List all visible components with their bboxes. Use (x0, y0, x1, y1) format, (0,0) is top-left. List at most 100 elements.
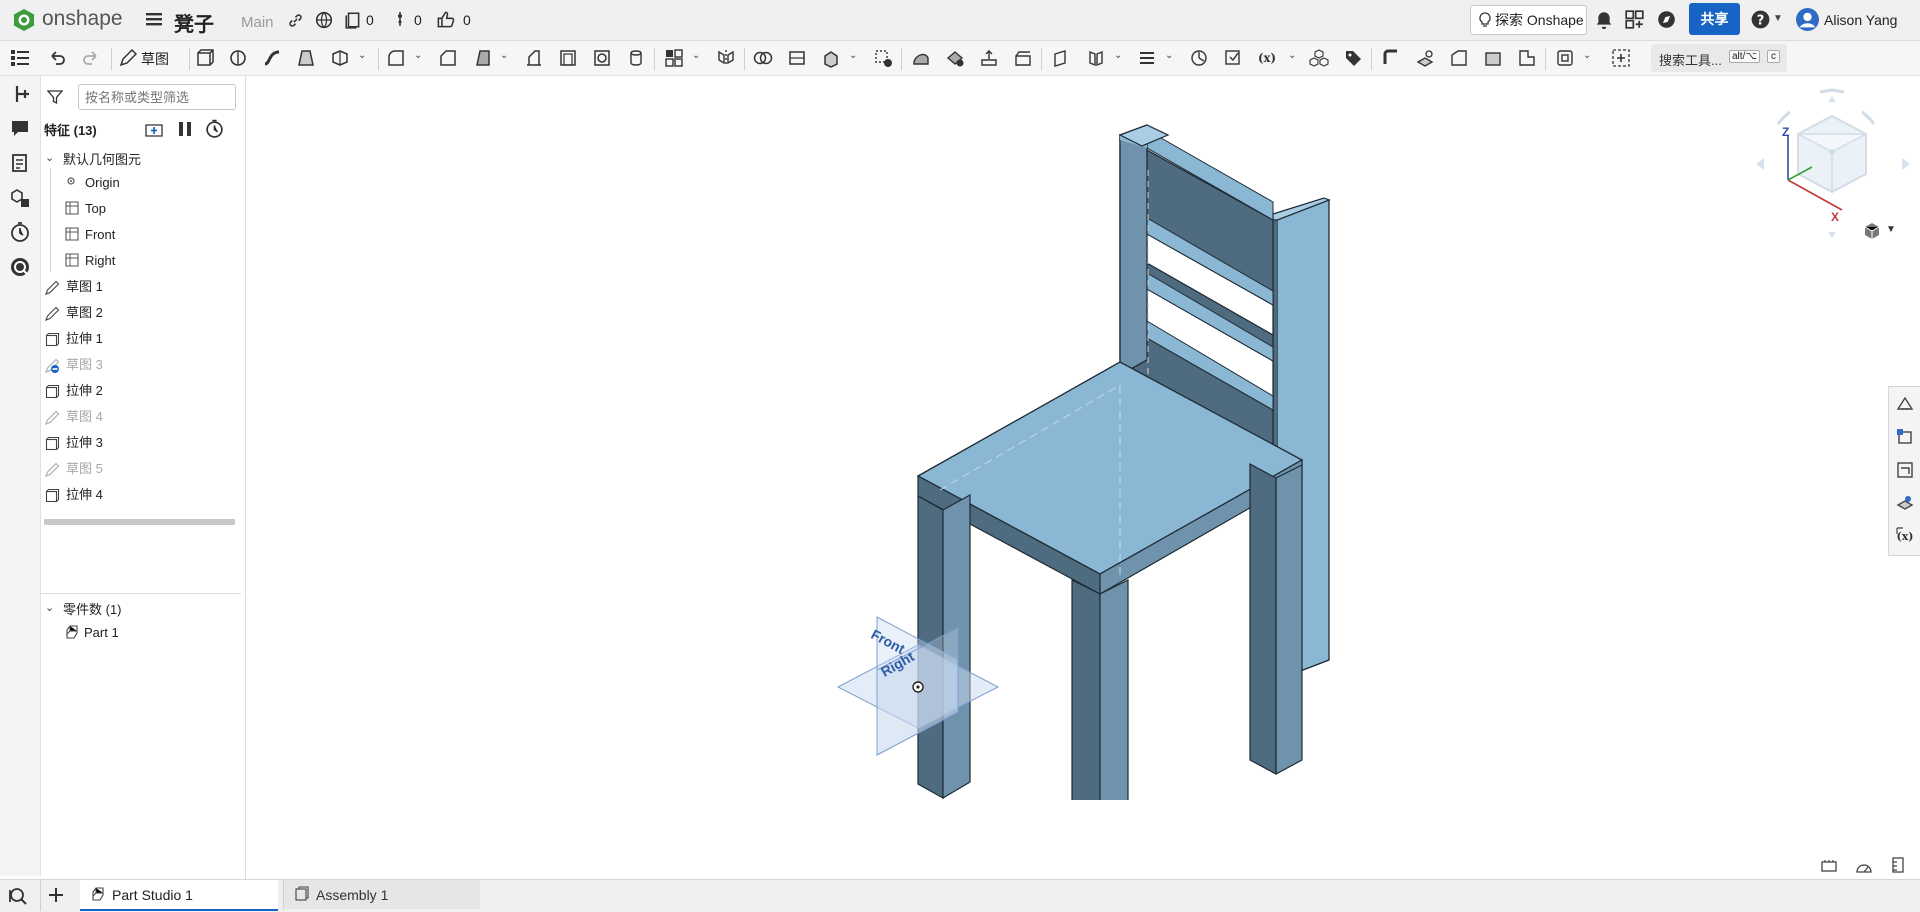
onshape-logo-icon[interactable] (12, 8, 36, 32)
delete-part-icon[interactable] (873, 48, 893, 68)
help-chevron-down-icon[interactable]: ▼ (1773, 13, 1783, 24)
configurations-icon[interactable] (9, 187, 31, 209)
geometry-item-right[interactable]: Right (85, 253, 115, 268)
ruler-icon[interactable] (1890, 856, 1906, 874)
extrude-icon[interactable] (195, 48, 215, 68)
shell-icon[interactable] (558, 48, 578, 68)
search-icon[interactable] (8, 886, 30, 906)
comments-icon[interactable] (9, 117, 31, 139)
revolve-icon[interactable] (228, 48, 248, 68)
rollback-bar[interactable] (44, 519, 235, 525)
user-avatar-icon[interactable] (1796, 8, 1819, 31)
thumbs-up-icon[interactable] (436, 10, 455, 29)
replace-face-icon[interactable] (1013, 48, 1033, 68)
modify-fillet-icon[interactable] (911, 48, 931, 68)
branch-name[interactable]: Main (241, 14, 274, 31)
user-name[interactable]: Alison Yang (1824, 12, 1897, 28)
named-views-icon[interactable] (1855, 858, 1873, 874)
tab-part-studio-1[interactable]: Part Studio 1 (80, 880, 278, 911)
measure-icon[interactable] (1895, 460, 1915, 480)
filter-icon[interactable] (47, 89, 63, 105)
corner-icon[interactable] (1483, 48, 1503, 68)
section-view-icon[interactable] (1820, 858, 1838, 874)
analysis-icon[interactable] (9, 256, 31, 278)
thicken-icon[interactable] (330, 48, 350, 68)
tab-assembly-1[interactable]: Assembly 1 (283, 880, 480, 909)
add-custom-feature-icon[interactable] (1611, 48, 1631, 68)
mate-connector-icon[interactable] (1086, 48, 1106, 68)
bend-relief-icon[interactable] (1517, 48, 1537, 68)
loft-icon[interactable] (296, 48, 316, 68)
add-folder-icon[interactable] (144, 120, 164, 138)
chevron-down-icon[interactable]: ⌄ (1114, 50, 1122, 61)
flange-icon[interactable] (1415, 48, 1435, 68)
sweep-icon[interactable] (262, 48, 282, 68)
sketch-button[interactable]: 草图 (119, 47, 179, 69)
transform-icon[interactable] (821, 48, 841, 68)
geometry-item-top[interactable]: Top (85, 201, 106, 216)
geometry-item-front[interactable]: Front (85, 227, 115, 242)
branch-icon[interactable] (392, 11, 408, 29)
sketch-curve-icon[interactable] (1189, 48, 1209, 68)
hamburger-menu-icon[interactable] (146, 11, 162, 27)
part-item[interactable]: Part 1 (84, 625, 119, 640)
globe-icon[interactable] (315, 11, 333, 29)
chevron-down-icon[interactable]: ⌄ (1288, 50, 1296, 61)
default-geometry-folder[interactable]: 默认几何图元 (63, 149, 141, 168)
variables-table-icon[interactable]: (x) (1895, 526, 1915, 546)
tag-icon[interactable] (1343, 48, 1363, 68)
split-icon[interactable] (787, 48, 807, 68)
tool-search-input[interactable]: 搜索工具... alt/⌥ c (1651, 44, 1787, 72)
brand-name[interactable]: onshape (42, 7, 123, 31)
history-icon[interactable] (9, 221, 31, 243)
learning-center-icon[interactable] (1657, 10, 1676, 29)
pattern-icon[interactable] (664, 48, 684, 68)
chevron-down-icon[interactable]: ⌄ (1165, 50, 1173, 61)
geometry-item-origin[interactable]: Origin (85, 175, 120, 190)
fillet-icon[interactable] (386, 48, 406, 68)
view-mode-chevron-down-icon[interactable]: ▼ (1886, 224, 1896, 235)
help-icon[interactable]: ? (1751, 10, 1770, 29)
chevron-down-icon[interactable]: ⌄ (849, 50, 857, 61)
collapse-chevron-icon[interactable]: ⌄ (45, 601, 54, 614)
tab-feature-icon[interactable] (1449, 48, 1469, 68)
add-tab-icon[interactable] (47, 886, 65, 904)
hole-icon[interactable] (592, 48, 612, 68)
reference-planes[interactable] (830, 610, 1010, 760)
boolean-icon[interactable] (753, 48, 773, 68)
draft-icon[interactable] (472, 48, 492, 68)
chamfer-icon[interactable] (438, 48, 458, 68)
delete-face-icon[interactable] (945, 48, 965, 68)
insert-icon[interactable] (9, 83, 31, 105)
project-curve-icon[interactable] (1223, 48, 1243, 68)
view-mode-cube-icon[interactable] (1862, 221, 1882, 241)
link-icon[interactable] (287, 12, 304, 29)
properties-icon[interactable] (9, 152, 31, 174)
chevron-down-icon[interactable]: ⌄ (692, 50, 700, 61)
appearance-icon[interactable] (1895, 394, 1915, 414)
feature-filter-input[interactable] (78, 84, 236, 110)
redo-icon[interactable] (81, 48, 101, 68)
versions-icon[interactable] (344, 11, 362, 29)
materials-icon[interactable] (1895, 493, 1915, 513)
frame-icon[interactable] (1555, 48, 1575, 68)
rib-icon[interactable] (524, 48, 544, 68)
app-store-icon[interactable] (1625, 10, 1644, 29)
chevron-down-icon[interactable]: ⌄ (358, 50, 366, 61)
feature-list-icon[interactable] (9, 47, 31, 69)
variable-icon[interactable]: (x) (1257, 48, 1281, 68)
plane-icon[interactable] (1052, 48, 1072, 68)
collapse-chevron-icon[interactable]: ⌄ (45, 151, 54, 164)
chevron-down-icon[interactable]: ⌄ (414, 50, 422, 61)
chevron-down-icon[interactable]: ⌄ (500, 50, 508, 61)
mass-properties-icon[interactable] (1895, 427, 1915, 447)
parts-icon[interactable] (1309, 48, 1329, 68)
sheet-metal-icon[interactable] (1381, 48, 1401, 68)
parts-header[interactable]: 零件数 (1) (63, 599, 122, 618)
notifications-bell-icon[interactable] (1595, 10, 1613, 30)
cylinder-icon[interactable] (626, 48, 646, 68)
chevron-down-icon[interactable]: ⌄ (1583, 50, 1591, 61)
move-face-icon[interactable] (979, 48, 999, 68)
pause-icon[interactable] (178, 121, 192, 137)
document-title[interactable]: 凳子 (174, 8, 214, 37)
